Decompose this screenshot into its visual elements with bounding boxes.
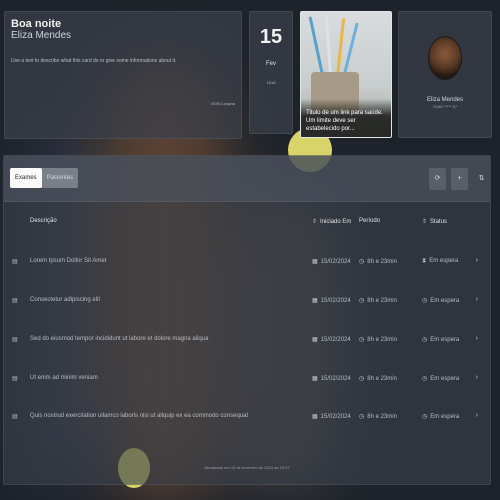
row-status: ◷ Em espera (422, 337, 460, 343)
document-icon: ▤ (12, 337, 18, 343)
clock-icon: ◷ (422, 376, 428, 382)
chevron-right-icon[interactable]: › (476, 374, 478, 381)
document-icon: ▤ (12, 414, 18, 420)
chevron-right-icon[interactable]: › (476, 412, 478, 419)
table-row[interactable]: ▤ Lorem Ipsum Dollor Sit Amet ▦ 15/02/202… (4, 257, 490, 296)
clock-icon: ◷ (422, 337, 428, 343)
calendar-icon: ▦ (312, 337, 318, 343)
chevron-right-icon[interactable]: › (476, 335, 478, 342)
header-started[interactable]: ⇕ Iniciado Em (312, 218, 351, 225)
news-card[interactable]: Titulo de um link para saúde. Um limite … (300, 11, 392, 138)
profile-id: 1SA5 ***** 67 (432, 104, 458, 109)
row-period: ◷ 8h e 23min (359, 376, 397, 382)
table-row[interactable]: ▤ Quis nostrud exercitation ullamco labo… (4, 412, 490, 451)
date-year: 1818 (266, 80, 276, 85)
row-started: ▦ 15/02/2024 (312, 259, 351, 265)
header-period[interactable]: Período (359, 218, 380, 224)
clock-icon: ◷ (422, 414, 428, 420)
filter-button[interactable]: ⇅ (473, 168, 490, 190)
clock-icon: ◷ (422, 298, 428, 304)
refresh-icon: ⟳ (434, 175, 441, 182)
row-started: ▦ 15/02/2024 (312, 298, 351, 304)
row-period: ◷ 8h e 23min (359, 337, 397, 343)
calendar-icon: ▦ (312, 259, 318, 265)
row-period: ◷ 8h e 23min (359, 414, 397, 420)
calendar-icon: ▦ (312, 298, 318, 304)
filter-icon: ⇅ (478, 175, 485, 182)
clock-icon: ◷ (359, 298, 365, 304)
row-status: ◷ Em espera (422, 298, 460, 304)
greeting-card: Boa noite Eliza Mendes Use a text to des… (4, 11, 242, 139)
panel-header: Exames Pacientes ⟳ + ⇅ (4, 156, 490, 202)
row-description: Consectetur adipiscing elit (30, 297, 101, 303)
chevron-right-icon[interactable]: › (476, 257, 478, 264)
sort-icon: ⇕ (422, 219, 428, 225)
calendar-icon: ▦ (312, 376, 318, 382)
row-status: ◷ Em espera (422, 414, 460, 420)
tab-pacientes[interactable]: Pacientes (42, 168, 78, 188)
row-description: Ut enim ad minim veniam (30, 375, 98, 381)
refresh-button[interactable]: ⟳ (429, 168, 446, 190)
clock-icon: ◷ (359, 259, 365, 265)
date-day: 15 (259, 26, 283, 48)
header-description[interactable]: Descrição (30, 218, 57, 224)
document-icon: ▤ (12, 376, 18, 382)
exams-panel: Exames Pacientes ⟳ + ⇅ Descrição ⇕ Inicia… (3, 155, 491, 485)
row-started: ▦ 15/02/2024 (312, 376, 351, 382)
greeting-user-name: Eliza Mendes (11, 30, 72, 41)
avatar[interactable] (428, 36, 462, 80)
greeting-title: Boa noite (11, 18, 62, 30)
row-description: Quis nostrud exercitation ullamco labori… (30, 413, 249, 419)
clock-icon: ◷ (359, 337, 365, 343)
news-caption: Titulo de um link para saúde. Um limite … (301, 99, 391, 137)
last-updated-text: Atualizado em 15 de fevereiro de 2024 às… (204, 465, 290, 470)
row-started: ▦ 15/02/2024 (312, 337, 351, 343)
greeting-time: VIDEO-aqsha (210, 101, 235, 106)
row-status: ◷ Em espera (422, 376, 460, 382)
sort-icon: ⇕ (312, 219, 318, 225)
row-description: Lorem Ipsum Dollor Sit Amet (30, 258, 107, 264)
plus-icon: + (457, 175, 462, 182)
tab-group: Exames Pacientes (10, 168, 79, 188)
row-period: ◷ 8h e 23min (359, 259, 397, 265)
row-status: ⧗ Em espera (422, 258, 459, 264)
document-icon: ▤ (12, 259, 18, 265)
profile-card[interactable]: Eliza Mendes 1SA5 ***** 67 (398, 11, 492, 138)
tab-exames[interactable]: Exames (10, 168, 42, 188)
table-row[interactable]: ▤ Consectetur adipiscing elit ▦ 15/02/202… (4, 296, 490, 335)
greeting-description: Use a text to describe what this card do… (11, 58, 177, 64)
chevron-right-icon[interactable]: › (476, 296, 478, 303)
calendar-icon: ▦ (312, 414, 318, 420)
clock-icon: ◷ (359, 414, 365, 420)
clock-icon: ◷ (359, 376, 365, 382)
header-status[interactable]: ⇕ Status (422, 218, 447, 225)
table-row[interactable]: ▤ Ut enim ad minim veniam ▦ 15/02/2024 ◷ 8… (4, 374, 490, 413)
row-started: ▦ 15/02/2024 (312, 414, 351, 420)
date-month: Fev (265, 61, 276, 67)
document-icon: ▤ (12, 298, 18, 304)
row-period: ◷ 8h e 23min (359, 298, 397, 304)
add-button[interactable]: + (451, 168, 468, 190)
table-row[interactable]: ▤ Sed do eiusmod tempor incididunt ut la… (4, 335, 490, 374)
row-description: Sed do eiusmod tempor incididunt ut labo… (30, 336, 209, 342)
hourglass-icon: ⧗ (422, 258, 427, 264)
date-card: 15 Fev 1818 (249, 11, 293, 134)
profile-name: Eliza Mendes (426, 97, 464, 103)
